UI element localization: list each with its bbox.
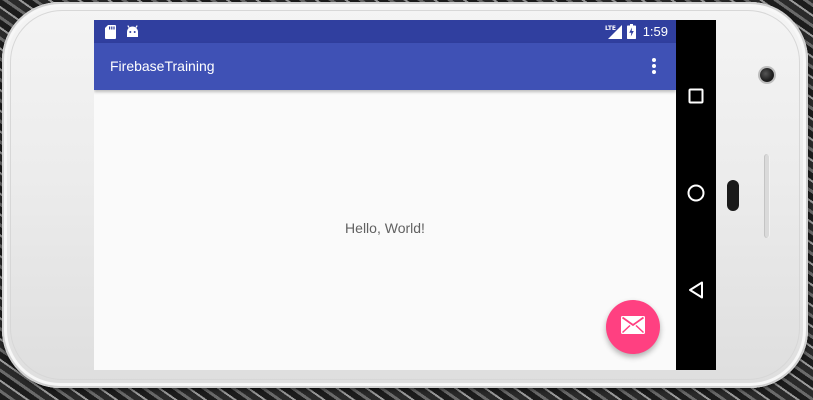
system-navigation-bar (676, 20, 716, 370)
app-toolbar: FirebaseTraining (94, 43, 676, 90)
svg-text:LTE: LTE (605, 25, 616, 32)
menu-dot (652, 64, 656, 68)
status-clock: 1:59 (642, 24, 668, 39)
hello-world-text: Hello, World! (345, 220, 425, 236)
status-bar: LTE 1:59 (94, 20, 676, 43)
back-icon (688, 281, 704, 304)
more-vert-icon[interactable] (642, 54, 666, 78)
email-fab-button[interactable] (606, 300, 660, 354)
front-camera (760, 68, 774, 82)
menu-dot (652, 70, 656, 74)
lte-signal-icon: LTE (605, 24, 623, 39)
proximity-sensor-slot (727, 180, 739, 211)
menu-dot (652, 58, 656, 62)
battery-charging-icon (626, 24, 636, 39)
speaker-grille (764, 154, 770, 238)
status-system-icons: LTE 1:59 (605, 20, 668, 43)
home-button[interactable] (684, 183, 708, 207)
recents-icon (688, 88, 704, 109)
back-button[interactable] (684, 280, 708, 304)
home-icon (687, 184, 705, 207)
sd-card-icon (105, 24, 116, 39)
device-screen: LTE 1:59 FirebaseTraining Hello, World! (94, 20, 676, 370)
app-title: FirebaseTraining (110, 58, 215, 74)
email-icon (621, 315, 645, 339)
android-icon (126, 25, 139, 38)
recents-button[interactable] (684, 86, 708, 110)
status-notification-icons (105, 24, 139, 39)
